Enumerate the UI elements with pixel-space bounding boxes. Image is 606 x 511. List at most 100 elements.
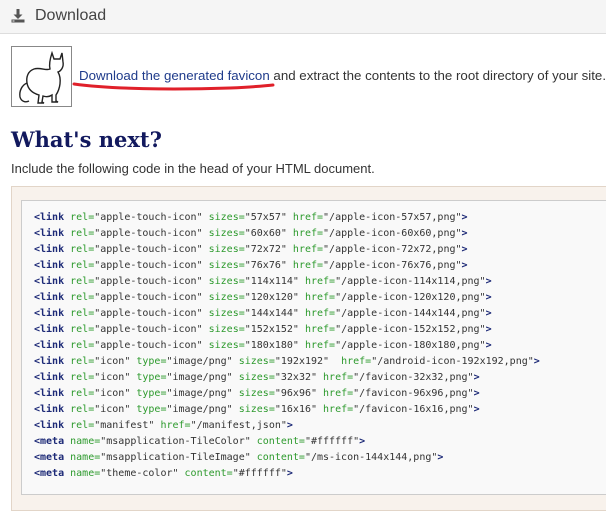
code-token-attr: sizes= bbox=[202, 324, 245, 335]
code-token-val: "/favicon-32x32,png" bbox=[353, 372, 474, 383]
code-token-attr: type= bbox=[130, 356, 167, 367]
code-token-val: "180x180" bbox=[244, 340, 299, 351]
code-token-attr: rel= bbox=[64, 308, 95, 319]
code-token-attr: rel= bbox=[64, 340, 95, 351]
code-token-val: "/apple-icon-76x76,png" bbox=[323, 260, 462, 271]
code-token-tag: <link bbox=[34, 260, 65, 271]
code-line: <link rel="apple-touch-icon" sizes="57x5… bbox=[34, 210, 540, 226]
code-token-val: "/apple-icon-72x72,png" bbox=[323, 244, 462, 255]
code-token-attr: sizes= bbox=[202, 276, 245, 287]
code-token-attr: type= bbox=[130, 372, 167, 383]
instructions-text: and extract the contents to the root dir… bbox=[269, 68, 606, 83]
code-line: <link rel="apple-touch-icon" sizes="72x7… bbox=[34, 242, 540, 258]
download-icon bbox=[11, 9, 25, 23]
code-line: <link rel="apple-touch-icon" sizes="152x… bbox=[34, 322, 540, 338]
code-token-attr: sizes= bbox=[202, 228, 245, 239]
code-token-tag: > bbox=[473, 388, 480, 399]
code-token-tag: <meta bbox=[34, 436, 65, 447]
code-token-val: "32x32" bbox=[274, 372, 318, 383]
panel-header: Download bbox=[0, 0, 606, 34]
code-line: <link rel="icon" type="image/png" sizes=… bbox=[34, 386, 540, 402]
code-token-val: "apple-touch-icon" bbox=[94, 292, 203, 303]
code-token-val: "/apple-icon-144x144,png" bbox=[335, 308, 486, 319]
code-token-val: "image/png" bbox=[166, 404, 233, 415]
code-token-attr: sizes= bbox=[232, 388, 275, 399]
code-line: <meta name="msapplication-TileColor" con… bbox=[34, 434, 540, 450]
code-line: <link rel="icon" type="image/png" sizes=… bbox=[34, 402, 540, 418]
code-token-attr: sizes= bbox=[202, 308, 245, 319]
code-token-attr: type= bbox=[130, 404, 167, 415]
code-token-val: "144x144" bbox=[244, 308, 299, 319]
code-line: <link rel="apple-touch-icon" sizes="180x… bbox=[34, 338, 540, 354]
code-line: <link rel="apple-touch-icon" sizes="144x… bbox=[34, 306, 540, 322]
code-token-tag: > bbox=[485, 308, 492, 319]
code-token-attr: href= bbox=[286, 212, 324, 223]
code-token-tag: > bbox=[473, 404, 480, 415]
code-token-val: "apple-touch-icon" bbox=[94, 212, 203, 223]
code-token-attr: sizes= bbox=[202, 340, 245, 351]
code-token-val: "apple-touch-icon" bbox=[94, 260, 203, 271]
code-token-attr: rel= bbox=[64, 356, 95, 367]
code-token-val: "/ms-icon-144x144,png" bbox=[304, 452, 438, 463]
code-token-val: "114x114" bbox=[244, 276, 299, 287]
code-token-val: "theme-color" bbox=[100, 468, 179, 479]
code-token-attr: content= bbox=[178, 468, 233, 479]
code-token-val: "apple-touch-icon" bbox=[94, 340, 203, 351]
code-token-tag: <link bbox=[34, 372, 65, 383]
code-token-val: "image/png" bbox=[166, 388, 233, 399]
code-token-val: "120x120" bbox=[244, 292, 299, 303]
panel-title: Download bbox=[35, 7, 107, 24]
code-token-tag: <link bbox=[34, 420, 65, 431]
code-token-attr: sizes= bbox=[232, 356, 275, 367]
code-token-val: "/apple-icon-114x114,png" bbox=[335, 276, 486, 287]
code-token-val: "#ffffff" bbox=[232, 468, 287, 479]
code-token-val: "152x152" bbox=[244, 324, 299, 335]
code-token-tag: > bbox=[461, 244, 468, 255]
code-token-val: "57x57" bbox=[244, 212, 287, 223]
code-token-val: "96x96" bbox=[274, 388, 318, 399]
code-token-tag: <link bbox=[34, 324, 65, 335]
code-token-tag: > bbox=[485, 276, 492, 287]
code-token-val: "image/png" bbox=[166, 372, 233, 383]
section-subtitle: Include the following code in the head o… bbox=[11, 161, 375, 176]
code-token-val: "/manifest,json" bbox=[190, 420, 287, 431]
code-token-val: "msapplication-TileColor" bbox=[100, 436, 251, 447]
code-line: <link rel="icon" type="image/png" sizes=… bbox=[34, 370, 540, 386]
red-underline-annotation bbox=[72, 82, 275, 91]
code-token-attr: href= bbox=[286, 244, 324, 255]
code-token-attr: rel= bbox=[64, 420, 95, 431]
code-token-attr: href= bbox=[154, 420, 191, 431]
code-token-attr: href= bbox=[317, 404, 354, 415]
section-heading: What's next? bbox=[11, 127, 162, 152]
code-token-attr: href= bbox=[298, 324, 336, 335]
code-token-tag: > bbox=[533, 356, 540, 367]
code-token-tag: > bbox=[485, 292, 492, 303]
code-token-attr: name= bbox=[64, 436, 101, 447]
code-token-attr: href= bbox=[317, 388, 354, 399]
code-token-tag: > bbox=[437, 452, 444, 463]
code-token-attr: rel= bbox=[64, 244, 95, 255]
code-token-tag: <link bbox=[34, 212, 65, 223]
code-token-val: "manifest" bbox=[94, 420, 155, 431]
code-token-val: "image/png" bbox=[166, 356, 233, 367]
code-token-tag: > bbox=[485, 324, 492, 335]
code-token-tag: > bbox=[461, 212, 468, 223]
code-token-val: "apple-touch-icon" bbox=[94, 276, 203, 287]
code-line: <link rel="apple-touch-icon" sizes="120x… bbox=[34, 290, 540, 306]
code-token-tag: > bbox=[473, 372, 480, 383]
code-token-attr: sizes= bbox=[202, 212, 245, 223]
code-token-val: "72x72" bbox=[244, 244, 287, 255]
code-token-tag: <link bbox=[34, 356, 65, 367]
code-token-attr: rel= bbox=[64, 292, 95, 303]
code-token-attr: content= bbox=[250, 436, 305, 447]
code-token-attr: rel= bbox=[64, 404, 95, 415]
code-token-attr: href= bbox=[298, 308, 336, 319]
code-token-attr: rel= bbox=[64, 324, 95, 335]
code-token-attr: rel= bbox=[64, 228, 95, 239]
code-token-tag: <meta bbox=[34, 452, 65, 463]
code-line: <link rel="apple-touch-icon" sizes="76x7… bbox=[34, 258, 540, 274]
code-token-tag: <meta bbox=[34, 468, 65, 479]
code-token-val: "apple-touch-icon" bbox=[94, 324, 203, 335]
code-line: <link rel="icon" type="image/png" sizes=… bbox=[34, 354, 540, 370]
code-token-val: "/apple-icon-120x120,png" bbox=[335, 292, 486, 303]
